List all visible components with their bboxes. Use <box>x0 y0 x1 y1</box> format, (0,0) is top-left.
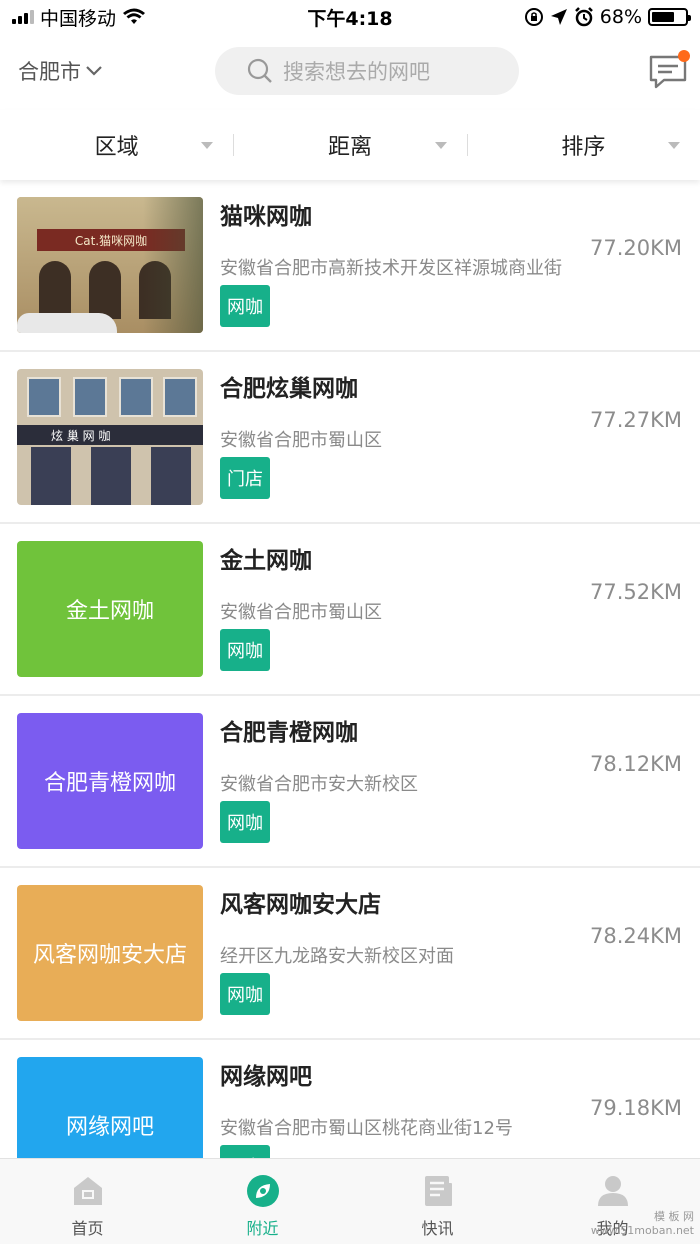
tab-news[interactable]: 快讯 <box>350 1159 525 1244</box>
header: 合肥市 搜索想去的网吧 <box>0 34 700 110</box>
cell-signal-icon <box>12 10 34 24</box>
list-item[interactable]: 合肥青橙网咖 合肥青橙网咖 安徽省合肥市安大新校区 网咖 78.12KM <box>0 696 700 868</box>
cafe-photo: 炫 巢 网 咖 <box>17 369 203 505</box>
alarm-icon <box>574 7 593 27</box>
caret-down-icon <box>667 142 680 149</box>
compass-icon <box>246 1175 279 1207</box>
cafe-name: 风客网咖安大店 <box>220 892 381 918</box>
list-item[interactable]: Cat.猫咪网咖 猫咪网咖 安徽省合肥市高新技术开发区祥源城商业街 网咖 77.… <box>0 180 700 352</box>
filter-bar: 区域 距离 排序 <box>0 110 700 180</box>
watermark-line-1: 模 板 网 <box>654 1210 694 1223</box>
search-placeholder: 搜索想去的网吧 <box>283 60 430 84</box>
cafe-thumbnail: 金土网咖 <box>17 541 203 677</box>
cafe-tag: 网咖 <box>220 629 270 671</box>
location-arrow-icon <box>550 9 567 25</box>
cafe-tag: 网咖 <box>220 801 270 843</box>
cafe-address: 安徽省合肥市蜀山区 <box>220 602 382 623</box>
watermark-line-2: www.51moban.net <box>590 1224 694 1237</box>
cafe-thumbnail: 网缘网吧 <box>17 1057 203 1158</box>
cafe-thumbnail: 风客网咖安大店 <box>17 885 203 1021</box>
cafe-name: 猫咪网咖 <box>220 204 312 230</box>
storefront-sign: 炫 巢 网 咖 <box>17 425 203 445</box>
status-bar: 中国移动 下午4:18 68% <box>0 0 700 34</box>
cafe-address: 安徽省合肥市高新技术开发区祥源城商业街 <box>220 258 562 279</box>
tab-nearby-label: 附近 <box>246 1219 279 1238</box>
search-icon <box>247 58 272 83</box>
search-input[interactable]: 搜索想去的网吧 <box>215 47 519 95</box>
thumbnail-label: 金土网咖 <box>65 599 154 624</box>
city-selector[interactable]: 合肥市 <box>18 56 103 86</box>
cafe-distance: 79.18KM <box>589 1096 682 1120</box>
battery-percent: 68% <box>599 6 642 28</box>
tab-nearby[interactable]: 附近 <box>175 1159 350 1244</box>
list-item[interactable]: 网缘网吧 网缘网吧 安徽省合肥市蜀山区桃花商业街12号 网咖 79.18KM <box>0 1040 700 1158</box>
cafe-distance: 78.24KM <box>589 924 682 948</box>
filter-distance-label: 距离 <box>327 135 372 160</box>
cafe-address: 安徽省合肥市蜀山区 <box>220 430 382 451</box>
cafe-distance: 77.20KM <box>589 236 682 260</box>
user-icon <box>597 1176 628 1206</box>
caret-down-icon <box>201 142 214 149</box>
cafe-list[interactable]: Cat.猫咪网咖 猫咪网咖 安徽省合肥市高新技术开发区祥源城商业街 网咖 77.… <box>0 180 700 1158</box>
cafe-address: 经开区九龙路安大新校区对面 <box>220 946 454 967</box>
cafe-tag: 网咖 <box>220 973 270 1015</box>
wifi-icon <box>123 8 146 24</box>
cafe-tag: 网咖 <box>220 285 270 327</box>
thumbnail-label: 网缘网吧 <box>65 1115 154 1140</box>
cafe-tag: 门店 <box>220 457 270 499</box>
thumbnail-label: 合肥青橙网咖 <box>43 771 176 796</box>
notification-dot <box>678 50 690 62</box>
caret-down-icon <box>434 142 447 149</box>
filter-sort[interactable]: 排序 <box>466 110 700 180</box>
thumbnail-label: 风客网咖安大店 <box>32 943 187 968</box>
cafe-tag: 网咖 <box>220 1145 270 1158</box>
home-icon <box>73 1177 102 1205</box>
tab-home-label: 首页 <box>71 1219 104 1238</box>
cafe-name: 合肥青橙网咖 <box>220 720 358 746</box>
cafe-distance: 77.52KM <box>589 580 682 604</box>
cafe-distance: 77.27KM <box>589 408 682 432</box>
list-item[interactable]: 风客网咖安大店 风客网咖安大店 经开区九龙路安大新校区对面 网咖 78.24KM <box>0 868 700 1040</box>
list-item[interactable]: 炫 巢 网 咖 合肥炫巢网咖 安徽省合肥市蜀山区 门店 77.27KM <box>0 352 700 524</box>
city-label: 合肥市 <box>18 60 81 84</box>
rotation-lock-icon <box>524 8 543 26</box>
cafe-photo: Cat.猫咪网咖 <box>17 197 203 333</box>
news-icon <box>424 1176 452 1206</box>
cafe-address: 安徽省合肥市蜀山区桃花商业街12号 <box>220 1118 513 1139</box>
carrier-label: 中国移动 <box>40 7 117 30</box>
filter-area-label: 区域 <box>94 135 139 160</box>
cafe-name: 金土网咖 <box>220 548 312 574</box>
watermark: 模 板 网 www.51moban.net <box>591 1210 694 1238</box>
filter-distance[interactable]: 距离 <box>233 110 466 180</box>
list-item[interactable]: 金土网咖 金土网咖 安徽省合肥市蜀山区 网咖 77.52KM <box>0 524 700 696</box>
cafe-name: 合肥炫巢网咖 <box>220 376 358 402</box>
cafe-name: 网缘网吧 <box>220 1064 312 1090</box>
cafe-thumbnail: 合肥青橙网咖 <box>17 713 203 849</box>
cafe-address: 安徽省合肥市安大新校区 <box>220 774 418 795</box>
tab-news-label: 快讯 <box>421 1219 454 1238</box>
battery-icon <box>648 8 691 26</box>
cafe-distance: 78.12KM <box>589 752 682 776</box>
filter-area[interactable]: 区域 <box>0 110 233 180</box>
chevron-down-icon <box>86 66 102 76</box>
tab-home[interactable]: 首页 <box>0 1159 175 1244</box>
tab-bar: 首页 附近 快讯 我的 模 板 网 www.51moban.net <box>0 1158 700 1244</box>
filter-sort-label: 排序 <box>561 135 606 160</box>
